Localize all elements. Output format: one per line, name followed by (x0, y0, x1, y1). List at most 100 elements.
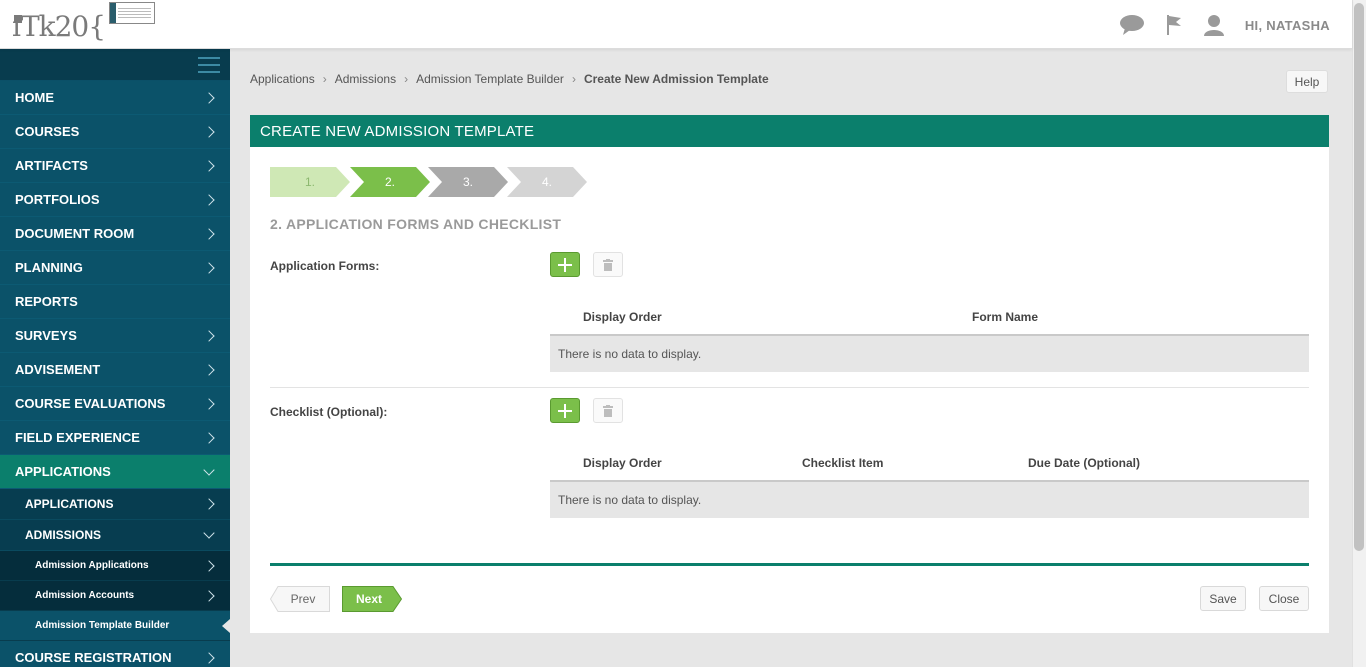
chat-bubble-icon[interactable] (1119, 14, 1145, 36)
sidebar-item-label: ADVISEMENT (15, 362, 101, 377)
wizard-step-1[interactable]: 1. (270, 167, 350, 197)
sidebar-item-label: Admission Template Builder (35, 620, 170, 631)
sidebar-item-label: REPORTS (15, 294, 78, 309)
user-greeting[interactable]: HI, NATASHA (1245, 18, 1330, 33)
checklist-label: Checklist (Optional): (270, 405, 388, 419)
breadcrumb-item-admissions[interactable]: Admissions (335, 72, 396, 86)
user-icon[interactable] (1203, 14, 1225, 36)
column-header-display-order[interactable]: Display Order (583, 310, 662, 324)
tk20-logo[interactable]: i Tk20 { (12, 2, 156, 43)
top-header: i Tk20 { HI, NATASHA (0, 0, 1352, 49)
chevron-right-icon (203, 261, 215, 274)
wizard-step-label: 4. (541, 175, 552, 189)
sidebar-item-document-room[interactable]: DOCUMENT ROOM (0, 217, 230, 251)
scrollbar-thumb[interactable] (1354, 3, 1364, 551)
logo-text: Tk20 (20, 10, 89, 43)
checklist-grid-header: Display Order Checklist Item Due Date (O… (550, 444, 1309, 482)
chevron-down-icon (203, 463, 215, 476)
chevron-right-icon (203, 125, 215, 138)
next-button-label: Next (355, 592, 382, 606)
add-form-button[interactable] (550, 252, 580, 277)
plus-icon (558, 403, 572, 418)
flag-icon[interactable] (1165, 14, 1183, 36)
breadcrumb-separator-icon: › (404, 72, 409, 86)
column-header-form-name[interactable]: Form Name (972, 310, 1038, 324)
sidebar-items: HOME COURSES ARTIFACTS PORTFOLIOS DOCUMENT R… (0, 81, 230, 667)
sidebar-item-home[interactable]: HOME (0, 81, 230, 115)
logo-brace: { (88, 10, 106, 43)
breadcrumb-item-template-builder[interactable]: Admission Template Builder (416, 72, 564, 86)
header-actions: HI, NATASHA (1119, 12, 1330, 38)
sidebar-item-portfolios[interactable]: PORTFOLIOS (0, 183, 230, 217)
sidebar-item-course-registration[interactable]: COURSE REGISTRATION (0, 641, 230, 667)
trash-icon (603, 258, 613, 271)
chevron-down-icon (203, 527, 215, 539)
sidebar-item-surveys[interactable]: SURVEYS (0, 319, 230, 353)
page-scrollbar[interactable] (1352, 0, 1366, 667)
breadcrumb-current: Create New Admission Template (583, 72, 769, 86)
sidebar-item-courses[interactable]: COURSES (0, 115, 230, 149)
wizard-step-3[interactable]: 3. (428, 167, 508, 197)
logo-i-mark: i (12, 10, 22, 43)
sidebar-item-admission-accounts[interactable]: Admission Accounts (0, 581, 230, 611)
sidebar-item-label: PLANNING (15, 260, 83, 275)
delete-form-button[interactable] (593, 252, 623, 277)
breadcrumb-separator-icon: › (322, 72, 327, 86)
sidebar-item-planning[interactable]: PLANNING (0, 251, 230, 285)
chevron-right-icon (203, 397, 215, 410)
sidebar-item-advisement[interactable]: ADVISEMENT (0, 353, 230, 387)
sidebar-item-admission-applications[interactable]: Admission Applications (0, 551, 230, 581)
sidebar-item-admission-template-builder[interactable]: Admission Template Builder (0, 611, 230, 641)
next-button[interactable]: Next (342, 586, 402, 612)
prev-button-label: Prev (290, 592, 316, 606)
help-button[interactable]: Help (1286, 70, 1328, 93)
sidebar-item-label: ADMISSIONS (25, 528, 102, 542)
plus-icon (558, 257, 572, 272)
sidebar-item-admissions[interactable]: ADMISSIONS (0, 520, 230, 551)
sidebar-item-label: ARTIFACTS (15, 158, 88, 173)
prev-button[interactable]: Prev (270, 586, 330, 612)
sidebar-item-reports[interactable]: REPORTS (0, 285, 230, 319)
sidebar-item-label: HOME (15, 90, 54, 105)
chevron-right-icon (203, 227, 215, 240)
section-divider (270, 387, 1309, 388)
column-header-display-order[interactable]: Display Order (583, 456, 662, 470)
close-button[interactable]: Close (1259, 586, 1309, 611)
sidebar-item-label: PORTFOLIOS (15, 192, 100, 207)
forms-grid: Display Order Form Name There is no data… (550, 298, 1309, 372)
sidebar-item-applications[interactable]: APPLICATIONS (0, 489, 230, 520)
sidebar-item-applications[interactable]: APPLICATIONS (0, 455, 230, 489)
column-header-due-date[interactable]: Due Date (Optional) (1028, 456, 1140, 470)
add-checklist-button[interactable] (550, 398, 580, 423)
forms-grid-header: Display Order Form Name (550, 298, 1309, 336)
section-title: 2. APPLICATION FORMS AND CHECKLIST (270, 216, 562, 232)
sidebar-item-course-evaluations[interactable]: COURSE EVALUATIONS (0, 387, 230, 421)
sidebar-item-label: APPLICATIONS (25, 497, 114, 511)
wizard-step-label: 3. (462, 175, 473, 189)
sidebar-item-label: SURVEYS (15, 328, 77, 343)
hamburger-menu-icon[interactable] (198, 57, 220, 73)
delete-checklist-button[interactable] (593, 398, 623, 423)
chevron-right-icon (203, 651, 215, 664)
panel-title: CREATE NEW ADMISSION TEMPLATE (250, 115, 1329, 147)
application-forms-label: Application Forms: (270, 259, 380, 273)
save-button[interactable]: Save (1200, 586, 1246, 611)
sidebar-item-label: Admission Applications (35, 560, 149, 571)
chevron-right-icon (203, 498, 215, 510)
book-icon (109, 2, 156, 24)
column-header-checklist-item[interactable]: Checklist Item (802, 456, 883, 470)
trash-icon (603, 404, 613, 417)
breadcrumb-item-applications[interactable]: Applications (250, 72, 315, 86)
sidebar-item-label: COURSE REGISTRATION (15, 650, 172, 665)
sidebar-item-artifacts[interactable]: ARTIFACTS (0, 149, 230, 183)
sidebar-item-field-experience[interactable]: FIELD EXPERIENCE (0, 421, 230, 455)
chevron-right-icon (203, 193, 215, 206)
forms-grid-empty-message: There is no data to display. (550, 336, 1309, 372)
wizard-step-2[interactable]: 2. (350, 167, 430, 197)
sidebar-header (0, 49, 230, 81)
sidebar-item-label: DOCUMENT ROOM (15, 226, 135, 241)
checklist-grid: Display Order Checklist Item Due Date (O… (550, 444, 1309, 518)
wizard-step-4[interactable]: 4. (507, 167, 587, 197)
sidebar-item-label: COURSES (15, 124, 80, 139)
chevron-right-icon (203, 559, 215, 572)
